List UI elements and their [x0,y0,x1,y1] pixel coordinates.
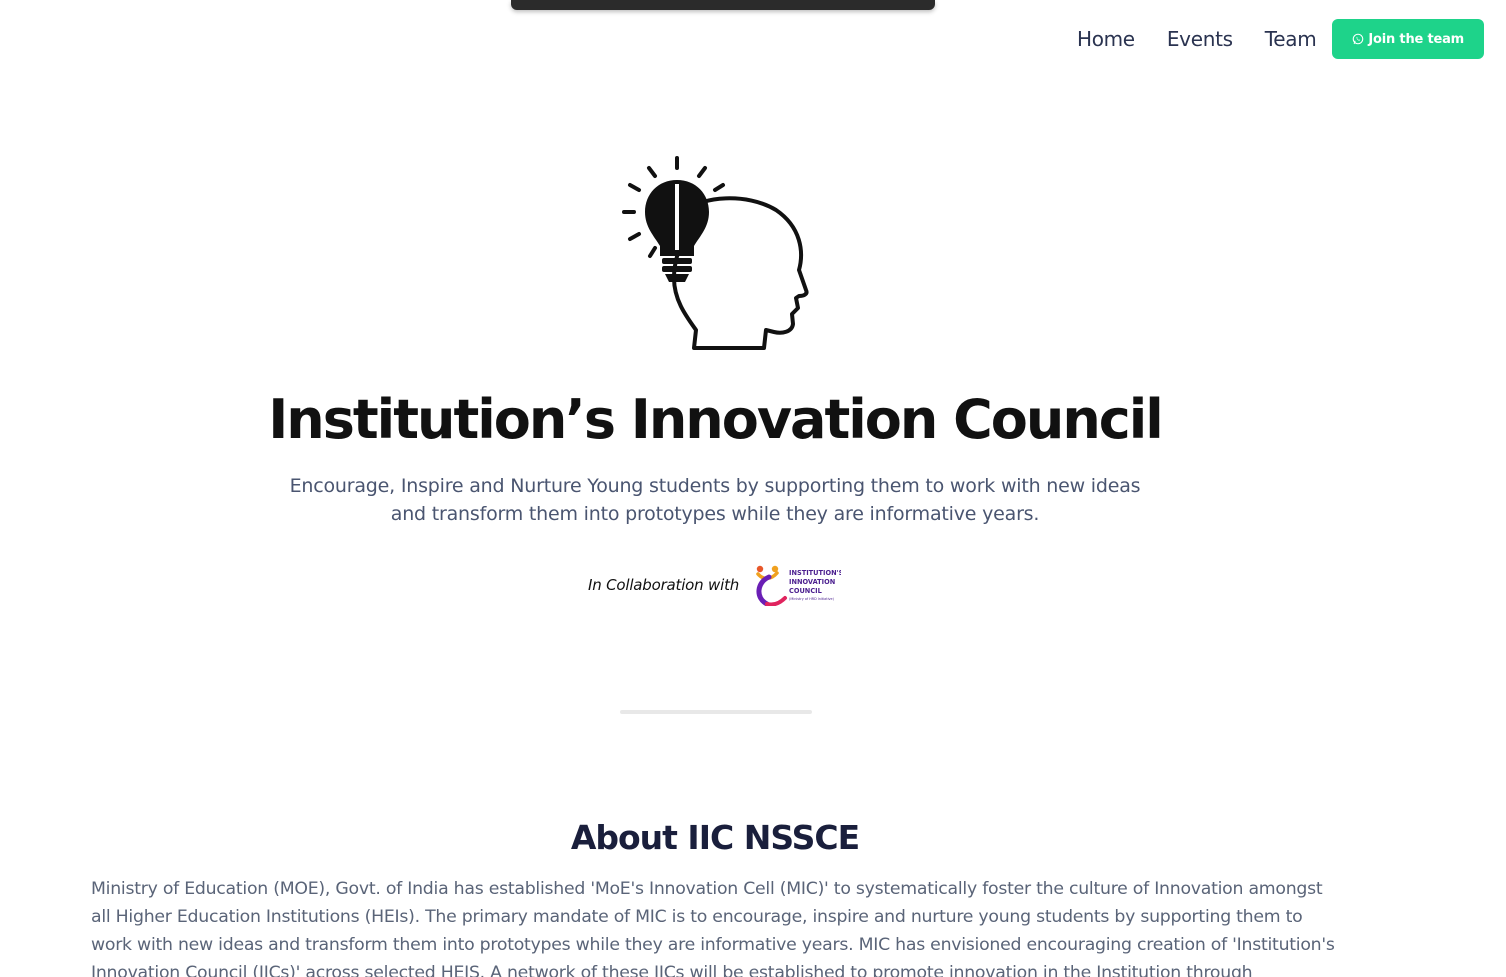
about-text: Ministry of Education (MOE), Govt. of In… [91,879,1335,977]
nav-events-link[interactable]: Events [1167,27,1233,51]
head-lightbulb-icon [622,156,809,350]
section-divider [620,710,812,714]
iic-logo: INSTITUTION'S INNOVATION COUNCIL (Minist… [756,565,841,606]
whatsapp-icon [1353,33,1364,45]
page: Home Events Team Join the team Instituti… [0,0,1506,977]
page-title: Institution’s Innovation Council [268,388,1164,451]
iic-logo-line3: COUNCIL [789,587,823,595]
about-title: About IIC NSSCE [570,818,860,857]
hero-subtitle: Encourage, Inspire and Nurture Young stu… [289,475,1141,525]
iic-logo-line2: INNOVATION [789,578,835,586]
nav-team-link[interactable]: Team [1265,27,1317,51]
main-nav: Home Events Team Join the team [1077,19,1484,59]
collaboration-text: In Collaboration with [588,576,740,594]
collaboration-row: In Collaboration with INSTITUTION'S INNO… [588,564,841,606]
iic-logo-line1: INSTITUTION'S [789,569,841,577]
join-team-label: Join the team [1368,31,1464,47]
join-team-button[interactable]: Join the team [1332,19,1484,59]
top-bar [511,0,935,10]
nav-home-link[interactable]: Home [1077,27,1135,51]
iic-logo-line4: (Ministry of HRD Initiative) [789,597,835,601]
